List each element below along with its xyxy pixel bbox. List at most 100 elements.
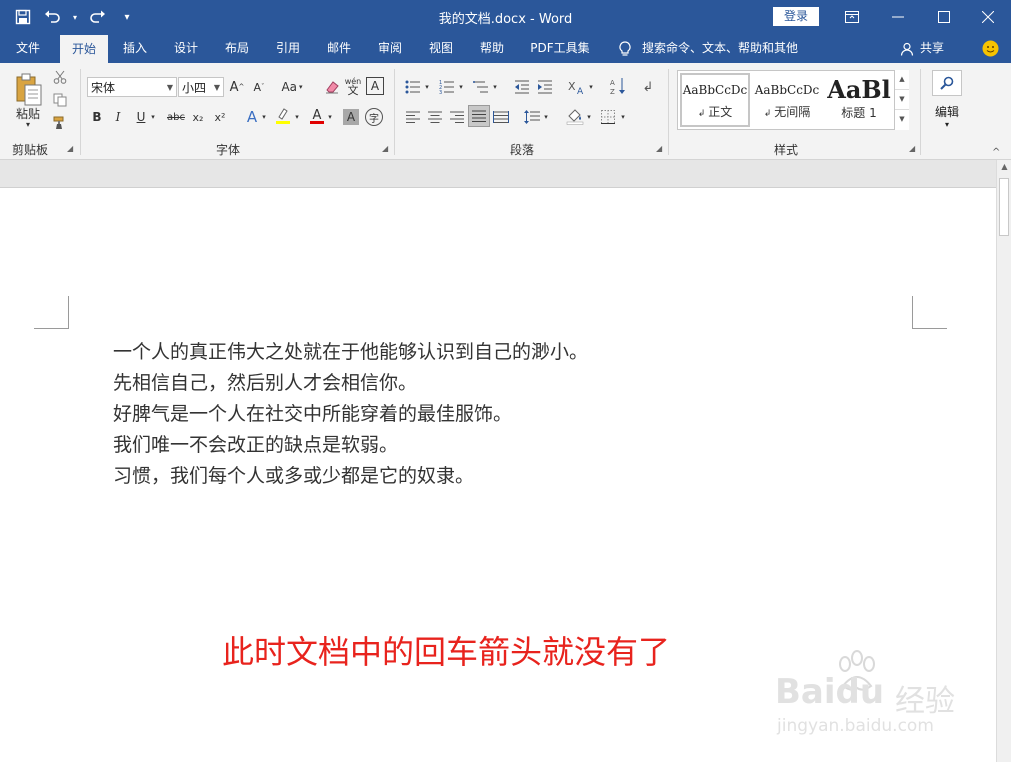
multilevel-list-icon[interactable]	[472, 77, 490, 97]
decrease-indent-icon[interactable]	[513, 77, 531, 97]
styles-scroll-down-icon[interactable]: ▼	[895, 90, 909, 110]
scroll-thumb[interactable]	[999, 178, 1009, 236]
style-no-spacing[interactable]: AaBbCcDc ↲ 无间隔	[752, 73, 822, 127]
highlight-dropdown-icon[interactable]: ▾	[293, 107, 301, 127]
underline-button[interactable]: U	[134, 107, 148, 127]
minimize-icon[interactable]	[875, 0, 921, 33]
font-name-combobox[interactable]: 宋体 ▼	[87, 77, 177, 97]
enclose-characters-icon[interactable]: 字	[365, 108, 383, 126]
show-formatting-marks-icon[interactable]: ↲	[639, 77, 657, 97]
highlight-icon[interactable]	[274, 105, 292, 127]
sort-icon[interactable]: AZ	[609, 75, 627, 97]
login-button[interactable]: 登录	[773, 7, 819, 26]
superscript-button[interactable]: x²	[212, 107, 228, 127]
numbering-icon[interactable]: 123	[438, 77, 456, 97]
style-heading-1[interactable]: AaBl 标题 1	[824, 73, 894, 127]
subscript-button[interactable]: x₂	[190, 107, 206, 127]
undo-icon[interactable]	[40, 5, 66, 29]
text-effects-icon[interactable]: A	[243, 107, 261, 127]
paste-icon[interactable]	[12, 71, 46, 109]
styles-launcher-icon[interactable]: ◢	[909, 145, 917, 153]
font-color-icon[interactable]: A	[308, 105, 326, 127]
strikethrough-button[interactable]: abc	[165, 107, 187, 127]
customize-qat-icon[interactable]: ▾	[114, 5, 140, 29]
font-color-dropdown-icon[interactable]: ▾	[326, 107, 334, 127]
line-spacing-icon[interactable]	[523, 107, 541, 127]
document-line[interactable]: 我们唯一不会改正的缺点是软弱。	[113, 430, 398, 457]
close-icon[interactable]	[965, 0, 1011, 33]
tab-view[interactable]: 视图	[419, 33, 463, 63]
font-name-value: 宋体	[91, 81, 116, 95]
collapse-ribbon-icon[interactable]: ^	[992, 147, 1000, 158]
underline-dropdown-icon[interactable]: ▾	[148, 107, 158, 127]
scroll-up-icon[interactable]: ▲	[997, 162, 1011, 171]
copy-icon[interactable]	[52, 92, 68, 108]
bullets-dropdown-icon[interactable]: ▾	[423, 77, 431, 97]
increase-indent-icon[interactable]	[536, 77, 554, 97]
character-border-icon[interactable]: A	[366, 77, 384, 95]
align-left-icon[interactable]	[404, 107, 422, 127]
shading-icon[interactable]	[565, 105, 585, 127]
annotation-caption: 此时文档中的回车箭头就没有了	[222, 633, 671, 671]
line-spacing-dropdown-icon[interactable]: ▾	[542, 107, 550, 127]
italic-button[interactable]: I	[110, 107, 126, 127]
style-normal[interactable]: AaBbCcDc ↲ 正文	[680, 73, 750, 127]
phonetic-guide-icon[interactable]: wén 文	[344, 75, 362, 97]
document-line[interactable]: 习惯，我们每个人或多或少都是它的奴隶。	[113, 461, 474, 488]
align-center-icon[interactable]	[426, 107, 444, 127]
borders-icon[interactable]	[599, 107, 617, 127]
tab-references[interactable]: 引用	[266, 33, 310, 63]
document-line[interactable]: 先相信自己，然后别人才会相信你。	[113, 368, 417, 395]
paragraph-launcher-icon[interactable]: ◢	[656, 145, 664, 153]
justify-icon[interactable]	[468, 105, 490, 127]
chinese-layout-icon[interactable]: XA	[567, 77, 587, 97]
numbering-dropdown-icon[interactable]: ▾	[457, 77, 465, 97]
font-size-combobox[interactable]: 小四 ▼	[178, 77, 224, 97]
cut-icon[interactable]	[52, 69, 68, 85]
format-painter-icon[interactable]	[52, 115, 68, 131]
clear-formatting-icon[interactable]	[323, 77, 341, 97]
redo-icon[interactable]	[84, 5, 110, 29]
document-line[interactable]: 好脾气是一个人在社交中所能穿着的最佳服饰。	[113, 399, 512, 426]
font-launcher-icon[interactable]: ◢	[382, 145, 390, 153]
paste-dropdown-icon[interactable]: ▾	[10, 119, 46, 129]
borders-dropdown-icon[interactable]: ▾	[619, 107, 627, 127]
chinese-layout-dropdown-icon[interactable]: ▾	[587, 77, 595, 97]
smiley-icon[interactable]	[980, 33, 1000, 63]
shrink-font-icon[interactable]: Aˇ	[250, 77, 268, 97]
save-icon[interactable]	[10, 5, 36, 29]
person-icon[interactable]	[898, 33, 916, 63]
tab-layout[interactable]: 布局	[215, 33, 259, 63]
document-line[interactable]: 一个人的真正伟大之处就在于他能够认识到自己的渺小。	[113, 337, 588, 364]
lightbulb-icon[interactable]	[612, 33, 638, 63]
text-effects-dropdown-icon[interactable]: ▾	[260, 107, 268, 127]
editing-button[interactable]: 编辑 ▾	[927, 68, 967, 138]
styles-scroll-up-icon[interactable]: ▲	[895, 70, 909, 90]
styles-more-icon[interactable]: ▼	[895, 110, 909, 129]
distributed-icon[interactable]	[492, 107, 510, 127]
bullets-icon[interactable]	[404, 77, 422, 97]
undo-dropdown-icon[interactable]: ▾	[70, 5, 80, 29]
shading-dropdown-icon[interactable]: ▾	[585, 107, 593, 127]
bold-button[interactable]: B	[89, 107, 105, 127]
tab-mailings[interactable]: 邮件	[317, 33, 361, 63]
ribbon-display-options-icon[interactable]	[829, 0, 875, 33]
tab-help[interactable]: 帮助	[470, 33, 514, 63]
clipboard-launcher-icon[interactable]: ◢	[67, 145, 75, 153]
tell-me-search[interactable]: 搜索命令、文本、帮助和其他	[642, 33, 812, 63]
multilevel-list-dropdown-icon[interactable]: ▾	[491, 77, 499, 97]
share-button[interactable]: 共享	[918, 33, 946, 63]
tab-insert[interactable]: 插入	[113, 33, 157, 63]
align-right-icon[interactable]	[448, 107, 466, 127]
group-divider	[668, 69, 669, 155]
maximize-icon[interactable]	[921, 0, 967, 33]
character-shading-icon[interactable]: A	[343, 109, 359, 125]
tab-file[interactable]: 文件	[4, 33, 52, 63]
grow-font-icon[interactable]: A ^	[228, 77, 246, 97]
tab-review[interactable]: 审阅	[368, 33, 412, 63]
tab-pdf-tools[interactable]: PDF工具集	[523, 33, 597, 63]
vertical-scrollbar[interactable]: ▲	[996, 160, 1011, 762]
tab-design[interactable]: 设计	[164, 33, 208, 63]
change-case-icon[interactable]: Aa ▾	[279, 77, 305, 97]
tab-home[interactable]: 开始	[60, 35, 108, 63]
